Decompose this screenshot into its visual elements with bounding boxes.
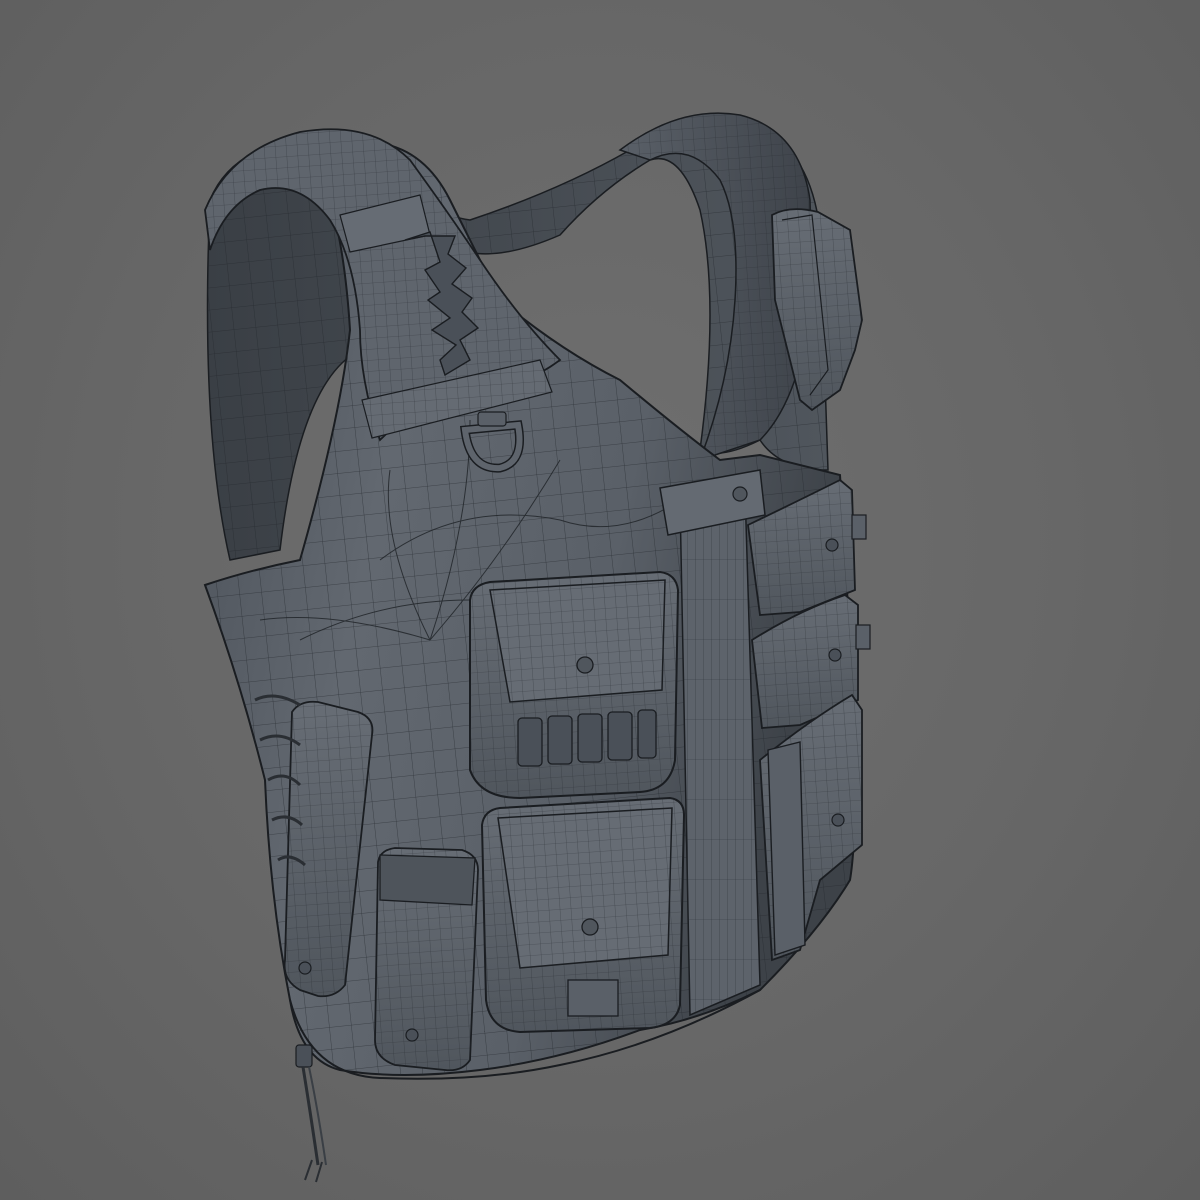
- vest-model: [203, 112, 871, 1183]
- shotgun-shell-pouch: [469, 570, 680, 800]
- drawstring-cord: [295, 1044, 327, 1183]
- 3d-viewport[interactable]: [0, 0, 1200, 1200]
- large-utility-pouch: [480, 796, 686, 1034]
- front-zipper-seam: [679, 489, 761, 1017]
- magazine-pouch: [374, 847, 479, 1072]
